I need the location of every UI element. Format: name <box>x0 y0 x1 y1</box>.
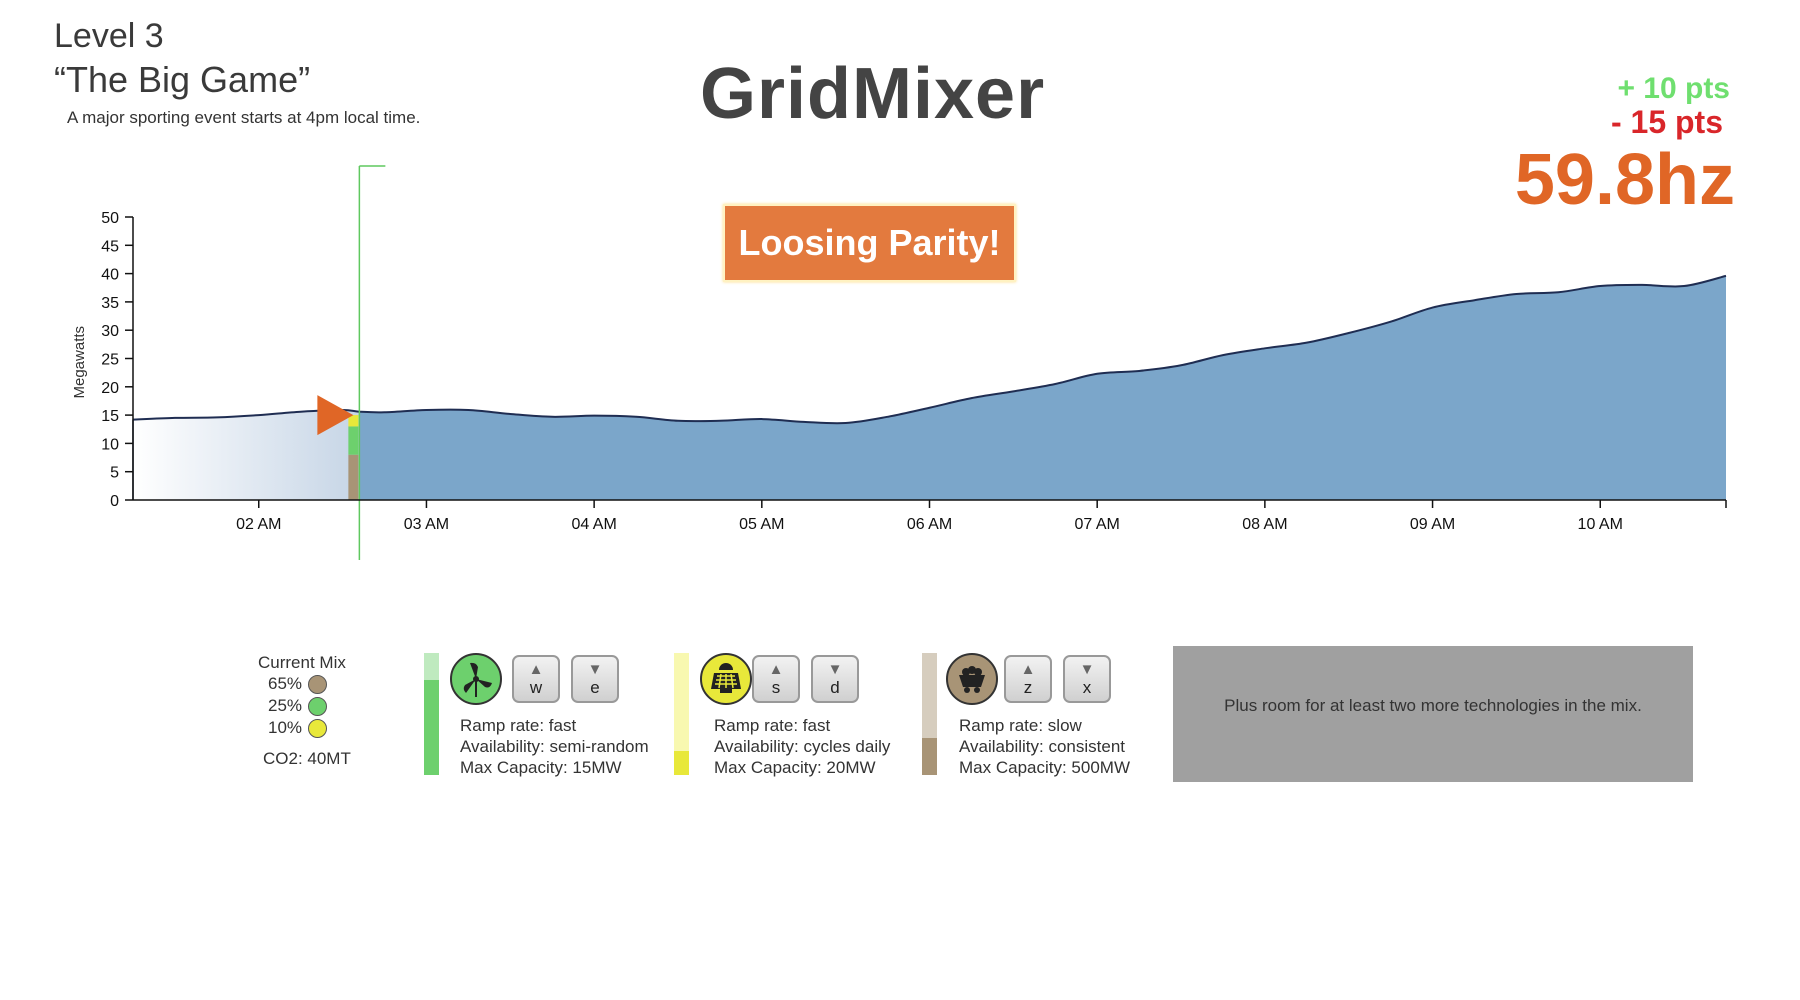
supply-wind-bar <box>348 426 359 455</box>
key-label: x <box>1082 678 1092 697</box>
x-tick-label: 09 AM <box>1410 516 1455 533</box>
x-tick-label: 07 AM <box>1075 516 1120 533</box>
level-name: “The Big Game” <box>54 59 311 100</box>
y-tick-label: 10 <box>101 436 119 453</box>
availability: Availability: semi-random <box>460 737 649 756</box>
coal-cart-icon <box>946 653 998 705</box>
level-description: A major sporting event starts at 4pm loc… <box>67 108 421 127</box>
max-capacity: Max Capacity: 500MW <box>959 758 1130 777</box>
key-label: w <box>529 678 543 697</box>
ramp-rate: Ramp rate: fast <box>714 716 831 735</box>
y-tick-label: 25 <box>101 352 119 369</box>
wind-increase-key[interactable]: ▲ w <box>512 655 560 703</box>
game-title: GridMixer <box>700 54 1046 134</box>
wind-panel: ▲ w ▼ e Ramp rate: fast Availability: se… <box>424 653 684 785</box>
key-label: d <box>830 678 840 697</box>
y-tick-label: 15 <box>101 408 119 425</box>
y-tick-label: 35 <box>101 295 119 312</box>
alert-banner: Loosing Parity! <box>723 204 1016 282</box>
wind-level-fill <box>424 679 439 775</box>
coal-level-fill <box>922 738 937 775</box>
up-arrow-icon: ▲ <box>768 661 784 678</box>
solar-level-bar <box>674 653 689 775</box>
y-axis-label: Megawatts <box>71 326 88 399</box>
x-tick-label: 08 AM <box>1242 516 1287 533</box>
y-tick-label: 50 <box>101 210 119 227</box>
ramp-rate: Ramp rate: fast <box>460 716 577 735</box>
more-technologies-placeholder: Plus room for at least two more technolo… <box>1173 646 1693 782</box>
coal-decrease-key[interactable]: ▼ x <box>1063 655 1111 703</box>
x-tick-label: 02 AM <box>236 516 281 533</box>
mix-percent: 65% <box>268 674 303 693</box>
x-tick-label: 06 AM <box>907 516 952 533</box>
wind-turbine-icon <box>450 653 502 705</box>
solar-decrease-key[interactable]: ▼ d <box>811 655 859 703</box>
key-label: e <box>590 678 600 697</box>
mix-row-solar: 10% <box>268 717 358 739</box>
solar-panel-icon <box>700 653 752 705</box>
max-capacity: Max Capacity: 15MW <box>460 758 622 777</box>
ramp-rate: Ramp rate: slow <box>959 716 1082 735</box>
solar-level-fill <box>674 750 689 775</box>
down-arrow-icon: ▼ <box>587 661 603 678</box>
wind-decrease-key[interactable]: ▼ e <box>571 655 619 703</box>
mix-percent: 10% <box>268 718 303 737</box>
y-tick-label: 45 <box>101 238 119 255</box>
future-demand-area <box>359 275 1727 500</box>
points-gained: + 10 pts <box>1617 72 1730 105</box>
coal-panel: ▲ z ▼ x Ramp rate: slow Availability: co… <box>922 653 1182 785</box>
mix-color-dot <box>308 718 328 738</box>
coal-level-bar <box>922 653 937 775</box>
coal-increase-key[interactable]: ▲ z <box>1004 655 1052 703</box>
mix-row-wind: 25% <box>268 695 358 717</box>
wind-level-bar <box>424 653 439 775</box>
key-label: z <box>1023 678 1033 697</box>
coal-info: Ramp rate: slow Availability: consistent… <box>959 715 1130 778</box>
max-capacity: Max Capacity: 20MW <box>714 758 876 777</box>
y-tick-label: 0 <box>110 493 119 510</box>
wind-info: Ramp rate: fast Availability: semi-rando… <box>460 715 649 778</box>
mix-color-dot <box>308 696 328 716</box>
availability: Availability: cycles daily <box>714 737 891 756</box>
y-tick-label: 20 <box>101 380 119 397</box>
co2-emissions: CO2: 40MT <box>263 749 351 768</box>
points-lost: - 15 pts <box>1610 104 1723 140</box>
mix-percent: 25% <box>268 696 303 715</box>
solar-panel: ▲ s ▼ d Ramp rate: fast Availability: cy… <box>674 653 934 785</box>
up-arrow-icon: ▲ <box>528 661 544 678</box>
y-tick-label: 30 <box>101 323 119 340</box>
current-mix-panel: Current Mix 65% 25% 10% CO2: 40MT <box>258 653 358 769</box>
availability: Availability: consistent <box>959 737 1125 756</box>
solar-info: Ramp rate: fast Availability: cycles dai… <box>714 715 890 778</box>
mix-color-dot <box>308 674 328 694</box>
key-label: s <box>771 678 781 697</box>
y-tick-label: 5 <box>110 465 119 482</box>
solar-increase-key[interactable]: ▲ s <box>752 655 800 703</box>
level-label: Level 3 <box>54 17 164 55</box>
up-arrow-icon: ▲ <box>1020 661 1036 678</box>
mix-row-coal: 65% <box>268 673 358 695</box>
supply-coal-bar <box>348 454 359 500</box>
x-tick-label: 10 AM <box>1578 516 1623 533</box>
down-arrow-icon: ▼ <box>827 661 843 678</box>
x-tick-label: 03 AM <box>404 516 449 533</box>
x-tick-label: 04 AM <box>571 516 616 533</box>
down-arrow-icon: ▼ <box>1079 661 1095 678</box>
y-tick-label: 40 <box>101 267 119 284</box>
current-mix-title: Current Mix <box>258 653 346 672</box>
x-tick-label: 05 AM <box>739 516 784 533</box>
